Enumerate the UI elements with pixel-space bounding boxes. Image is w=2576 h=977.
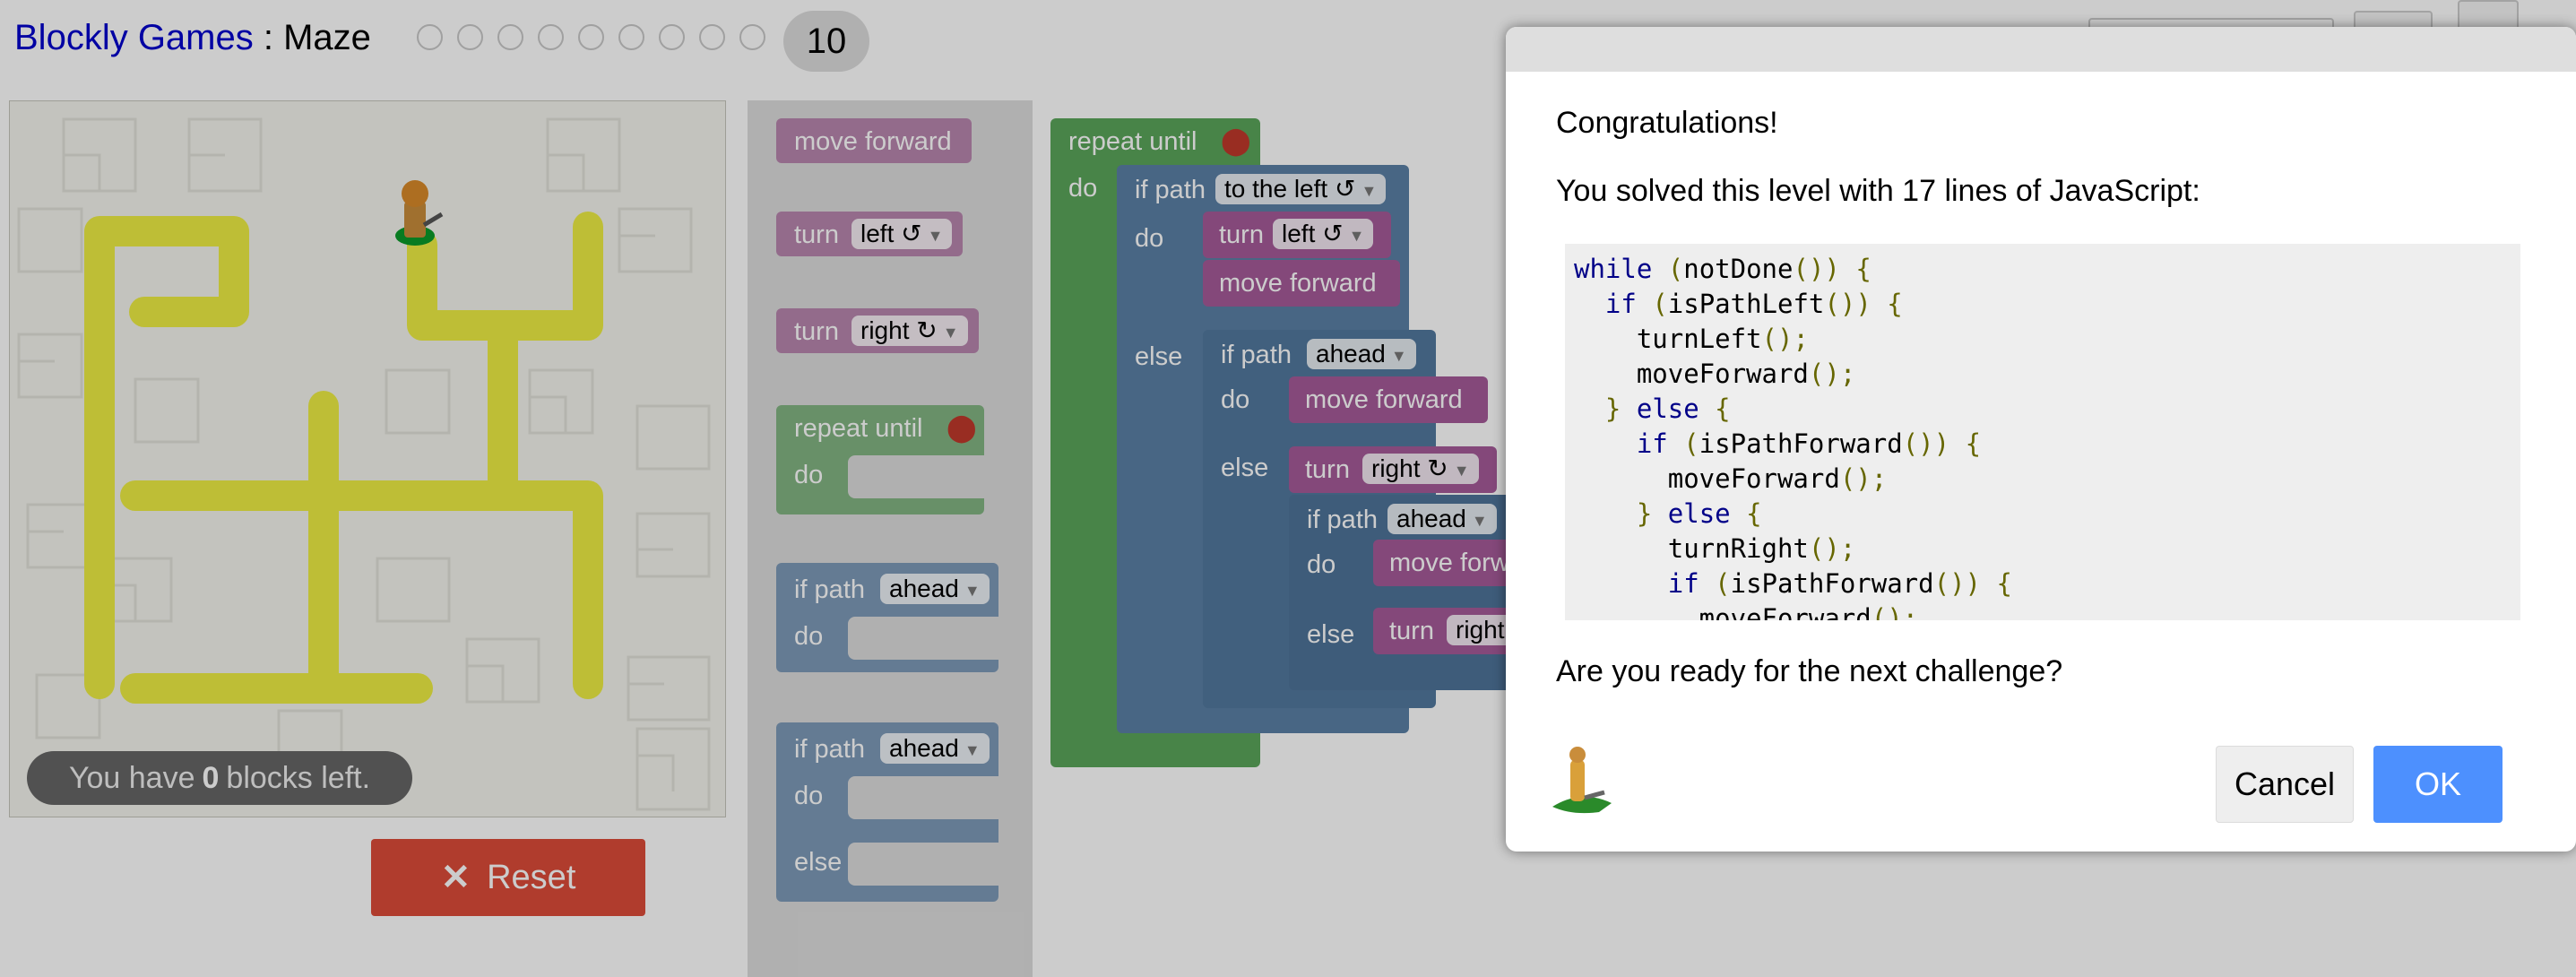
dialog-message: You solved this level with 17 lines of J… bbox=[1556, 174, 2200, 208]
code-line: turnRight(); bbox=[1574, 533, 1856, 564]
dialog-title-bar[interactable] bbox=[1506, 27, 2576, 72]
code-line: if (isPathForward()) { bbox=[1667, 568, 2012, 599]
code-line: if (isPathLeft()) { bbox=[1604, 289, 1903, 319]
code-line: } else { bbox=[1604, 393, 1731, 424]
congratulations-dialog: Congratulations! You solved this level w… bbox=[1506, 27, 2576, 852]
code-line: moveForward(); bbox=[1574, 463, 1888, 494]
code-line: } else { bbox=[1636, 498, 1762, 529]
code-line: while (notDone()) { bbox=[1574, 254, 1871, 284]
cancel-button[interactable]: Cancel bbox=[2216, 746, 2354, 823]
pegman-icon bbox=[1545, 744, 1617, 816]
code-line: moveForward(); bbox=[1574, 359, 1856, 389]
code-line: turnLeft(); bbox=[1574, 324, 1809, 354]
code-listing: while (notDone()) { if (isPathLeft()) { … bbox=[1565, 244, 2520, 620]
code-line: if (isPathForward()) { bbox=[1636, 428, 1982, 459]
ok-button[interactable]: OK bbox=[2373, 746, 2503, 823]
code-line: moveForward(); bbox=[1574, 603, 1919, 620]
dialog-heading: Congratulations! bbox=[1556, 106, 1778, 140]
dialog-question: Are you ready for the next challenge? bbox=[1556, 654, 2063, 688]
